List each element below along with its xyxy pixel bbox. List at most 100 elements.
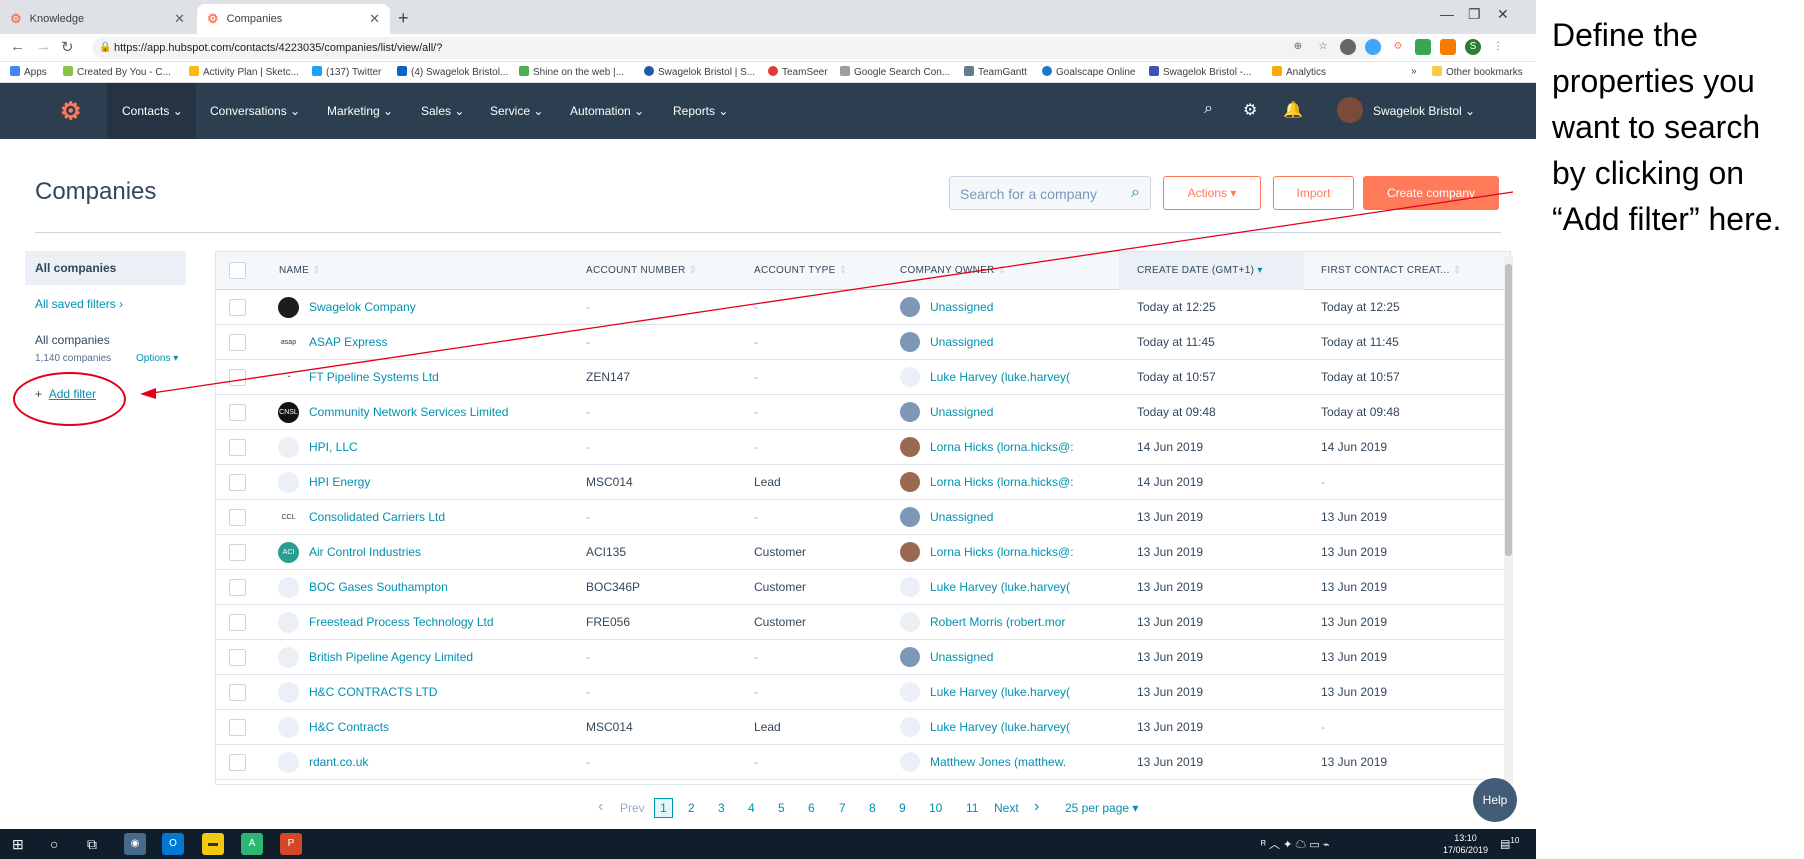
bookmark-item[interactable]: Goalscape Online — [1042, 66, 1136, 78]
row-checkbox[interactable] — [229, 719, 246, 736]
avatar[interactable] — [1337, 97, 1363, 123]
search-icon[interactable]: ⌕ — [1204, 100, 1213, 118]
close-tab-icon[interactable]: ✕ — [174, 11, 185, 27]
column-header-account-type[interactable]: ACCOUNT TYPE ⇕ — [754, 265, 847, 276]
hubspot-extension-icon[interactable]: ⚙ — [1390, 39, 1406, 55]
select-all-checkbox[interactable] — [229, 262, 246, 279]
nav-menu-contacts[interactable]: Contacts ⌄ — [107, 83, 196, 139]
forward-icon[interactable]: → — [36, 38, 51, 55]
company-name-link[interactable]: FT Pipeline Systems Ltd — [309, 370, 569, 384]
page-button[interactable]: 4 — [748, 801, 755, 815]
bookmark-item[interactable]: (4) Swagelok Bristol... — [397, 66, 508, 78]
column-header-first-contact[interactable]: FIRST CONTACT CREAT... ⇕ — [1321, 265, 1461, 276]
table-row[interactable]: ◔ FT Pipeline Systems Ltd ZEN147 - Luke Harv… — [216, 360, 1510, 395]
table-row[interactable]: rdant.co.uk - - Matthew Jones (matthew. 13 J… — [216, 745, 1510, 780]
bookmark-item[interactable]: Google Search Con... — [840, 66, 950, 78]
bookmark-item[interactable]: Created By You - C... — [63, 66, 171, 78]
all-companies-tab[interactable]: All companies — [25, 251, 186, 285]
table-scrollbar[interactable] — [1504, 256, 1513, 784]
page-button[interactable]: 10 — [929, 801, 942, 815]
company-name-link[interactable]: British Pipeline Agency Limited — [309, 650, 569, 664]
row-checkbox[interactable] — [229, 544, 246, 561]
nav-menu-service[interactable]: Service ⌄ — [490, 83, 543, 139]
company-owner[interactable]: Unassigned — [930, 650, 1076, 664]
company-owner[interactable]: Lorna Hicks (lorna.hicks@: — [930, 440, 1076, 454]
company-owner[interactable]: Lorna Hicks (lorna.hicks@: — [930, 545, 1076, 559]
column-header-company-owner[interactable]: COMPANY OWNER ⇕ — [900, 265, 1006, 276]
browser-tab-companies[interactable]: ⚙ Companies ✕ — [197, 4, 390, 34]
row-checkbox[interactable] — [229, 509, 246, 526]
nav-menu-marketing[interactable]: Marketing ⌄ — [327, 83, 393, 139]
page-button[interactable]: 2 — [688, 801, 695, 815]
table-row[interactable]: HPI, LLC - - Lorna Hicks (lorna.hicks@: 14 J… — [216, 430, 1510, 465]
company-name-link[interactable]: rdant.co.uk — [309, 755, 569, 769]
table-row[interactable]: CNSL Community Network Services Limited - -… — [216, 395, 1510, 430]
company-name-link[interactable]: HPI Energy — [309, 475, 569, 489]
bookmark-item[interactable]: Apps — [10, 66, 47, 78]
company-name-link[interactable]: Freestead Process Technology Ltd — [309, 615, 569, 629]
account-menu[interactable]: Swagelok Bristol ⌄ — [1373, 104, 1475, 118]
page-button[interactable]: 5 — [778, 801, 785, 815]
bookmark-item[interactable]: Swagelok Bristol | S... — [644, 66, 755, 78]
row-checkbox[interactable] — [229, 684, 246, 701]
chevron-left-icon[interactable]: ‹ — [598, 798, 603, 816]
company-owner[interactable]: Matthew Jones (matthew. — [930, 755, 1076, 769]
row-checkbox[interactable] — [229, 439, 246, 456]
close-window-icon[interactable]: ✕ — [1497, 6, 1509, 23]
bookmark-item[interactable]: (137) Twitter — [312, 66, 381, 78]
row-checkbox[interactable] — [229, 579, 246, 596]
page-button[interactable]: 3 — [718, 801, 725, 815]
company-name-link[interactable]: H&C CONTRACTS LTD — [309, 685, 569, 699]
per-page-dropdown[interactable]: 25 per page ▾ — [1065, 801, 1138, 815]
more-bookmarks-button[interactable]: » — [1411, 66, 1417, 77]
powerpoint-icon[interactable]: P — [280, 833, 302, 855]
company-owner[interactable]: Unassigned — [930, 510, 1076, 524]
company-owner[interactable]: Luke Harvey (luke.harvey( — [930, 720, 1076, 734]
chevron-right-icon[interactable]: › — [1034, 798, 1039, 816]
search-icon[interactable]: ⌕ — [1131, 184, 1140, 202]
row-checkbox[interactable] — [229, 754, 246, 771]
page-button[interactable]: 9 — [899, 801, 906, 815]
table-row[interactable]: asap ASAP Express - - Unassigned Today at 11:… — [216, 325, 1510, 360]
import-button[interactable]: Import — [1273, 176, 1354, 210]
gear-icon[interactable]: ⚙ — [1243, 100, 1257, 120]
company-name-link[interactable]: Air Control Industries — [309, 545, 569, 559]
profile-icon[interactable]: S — [1465, 39, 1481, 55]
nav-menu-sales[interactable]: Sales ⌄ — [421, 83, 464, 139]
page-button[interactable]: 6 — [808, 801, 815, 815]
table-row[interactable]: CCL Consolidated Carriers Ltd - - Unassigned… — [216, 500, 1510, 535]
company-owner[interactable]: Luke Harvey (luke.harvey( — [930, 685, 1076, 699]
company-name-link[interactable]: H&C Contracts — [309, 720, 569, 734]
row-checkbox[interactable] — [229, 369, 246, 386]
app-icon[interactable]: A — [241, 833, 263, 855]
bell-icon[interactable]: 🔔 — [1283, 100, 1303, 120]
tray-icons[interactable]: ᴿ ︿ ✦ ☁ ▭ ⌁ — [1261, 836, 1329, 852]
prev-page-button[interactable]: Prev — [620, 801, 645, 815]
nav-menu-conversations[interactable]: Conversations ⌄ — [210, 83, 300, 139]
page-button[interactable]: 7 — [839, 801, 846, 815]
company-owner[interactable]: Robert Morris (robert.mor — [930, 615, 1076, 629]
extension-icon[interactable] — [1340, 39, 1356, 55]
extension-icon[interactable] — [1440, 39, 1456, 55]
windows-start-icon[interactable]: ⊞ — [12, 836, 24, 853]
company-owner[interactable]: Luke Harvey (luke.harvey( — [930, 370, 1076, 384]
restore-icon[interactable]: ❐ — [1468, 6, 1481, 23]
scrollbar-thumb[interactable] — [1505, 264, 1512, 556]
nav-menu-reports[interactable]: Reports ⌄ — [673, 83, 728, 139]
table-row[interactable]: BOC Gases Southampton BOC346P Customer Luke… — [216, 570, 1510, 605]
table-row[interactable]: HPI Energy MSC014 Lead Lorna Hicks (lorna.h… — [216, 465, 1510, 500]
company-owner[interactable]: Unassigned — [930, 300, 1076, 314]
column-header-create-date[interactable]: CREATE DATE (GMT+1) ▾ — [1137, 265, 1263, 276]
row-checkbox[interactable] — [229, 299, 246, 316]
search-input[interactable]: Search for a company ⌕ — [949, 176, 1151, 210]
bookmark-item[interactable]: Shine on the web |... — [519, 66, 624, 78]
cortana-search-icon[interactable]: ○ — [50, 836, 58, 852]
company-owner[interactable]: Luke Harvey (luke.harvey( — [930, 580, 1076, 594]
star-icon[interactable]: ☆ — [1315, 39, 1331, 55]
table-row[interactable]: H&C CONTRACTS LTD - - Luke Harvey (luke.har… — [216, 675, 1510, 710]
company-owner[interactable]: Unassigned — [930, 405, 1076, 419]
create-company-button[interactable]: Create company — [1363, 176, 1499, 210]
bookmark-item[interactable]: TeamGantt — [964, 66, 1027, 78]
hubspot-logo-icon[interactable]: ⚙ — [60, 97, 82, 126]
table-row[interactable]: H&C Contracts MSC014 Lead Luke Harvey (luke… — [216, 710, 1510, 745]
